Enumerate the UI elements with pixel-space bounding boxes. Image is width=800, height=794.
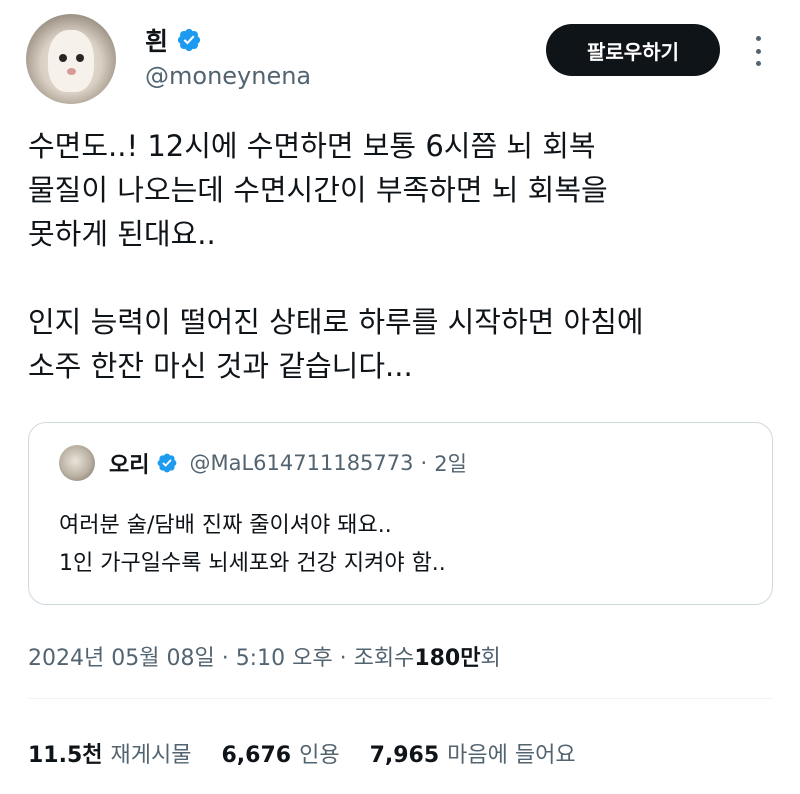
tweet-line: 수면도..! 12시에 수면하면 보통 6시쯤 뇌 회복 [28, 129, 596, 163]
retweets-stat[interactable]: 11.5천 재게시물 [28, 737, 192, 769]
more-dot [755, 61, 761, 66]
dot-separator: · [339, 646, 347, 671]
tweet-meta: 2024년 05월 08일 · 5:10 오후 · 조회수180만회 [28, 640, 501, 672]
likes-count: 7,965 [369, 743, 440, 768]
dot-separator: · [221, 646, 229, 671]
views-label: 조회수 [353, 646, 415, 671]
tweet-body: 수면도..! 12시에 수면하면 보통 6시쯤 뇌 회복 물질이 나오는데 수면… [28, 124, 778, 388]
likes-label: 마음에 들어요 [447, 743, 576, 768]
author-display-name[interactable]: 흰 [145, 22, 168, 58]
engagement-stats: 11.5천 재게시물 6,676 인용 7,965 마음에 들어요 [28, 737, 576, 769]
author-avatar[interactable] [26, 14, 116, 104]
tweet-time[interactable]: 5:10 오후 [236, 646, 333, 671]
tweet-line: 소주 한잔 마신 것과 같습니다... [28, 349, 413, 383]
quoted-date[interactable]: 2일 [434, 448, 467, 478]
views-suffix: 회 [480, 646, 501, 671]
retweets-count: 11.5천 [28, 743, 103, 768]
quotes-stat[interactable]: 6,676 인용 [222, 737, 340, 769]
author-handle[interactable]: @moneynena [145, 62, 311, 90]
avatar-eye [59, 54, 67, 62]
verified-badge-icon [158, 453, 177, 473]
tweet-line: 인지 능력이 떨어진 상태로 하루를 시작하면 아침에 [28, 305, 644, 339]
quoted-tweet-body: 여러분 술/담배 진짜 줄이셔야 돼요.. 1인 가구일수록 뇌세포와 건강 지… [59, 507, 446, 583]
quotes-count: 6,676 [221, 743, 292, 768]
more-dot [755, 36, 761, 41]
avatar-eye [76, 54, 84, 62]
quoted-line: 여러분 술/담배 진짜 줄이셔야 돼요.. [59, 513, 392, 538]
retweets-label: 재게시물 [110, 743, 192, 768]
dot-separator: · [420, 451, 428, 475]
more-dot [755, 48, 761, 54]
quoted-handle[interactable]: @MaL614711185773 [189, 451, 413, 475]
quoted-display-name[interactable]: 오리 [109, 447, 149, 479]
quoted-tweet-header: 오리 @MaL614711185773 · 2일 [109, 447, 467, 479]
tweet-date[interactable]: 2024년 05월 08일 [28, 646, 215, 671]
more-options-icon[interactable] [744, 36, 772, 66]
likes-stat[interactable]: 7,965 마음에 들어요 [370, 737, 576, 769]
verified-badge-icon [177, 28, 201, 52]
views-count: 180만 [414, 646, 481, 671]
quoted-line: 1인 가구일수록 뇌세포와 건강 지켜야 함.. [59, 551, 446, 576]
divider [28, 698, 773, 699]
quoted-author-avatar[interactable] [59, 445, 95, 481]
tweet-line: 물질이 나오는데 수면시간이 부족하면 뇌 회복을 [28, 173, 608, 207]
tweet-line: 못하게 된대요.. [28, 217, 216, 251]
follow-button[interactable]: 팔로우하기 [546, 24, 720, 76]
avatar-nose [67, 68, 76, 75]
avatar-face [48, 30, 94, 92]
quoted-tweet-card[interactable]: 오리 @MaL614711185773 · 2일 여러분 술/담배 진짜 줄이셔… [28, 422, 773, 605]
author-name-row: 흰 [145, 22, 202, 58]
quotes-label: 인용 [299, 743, 340, 768]
